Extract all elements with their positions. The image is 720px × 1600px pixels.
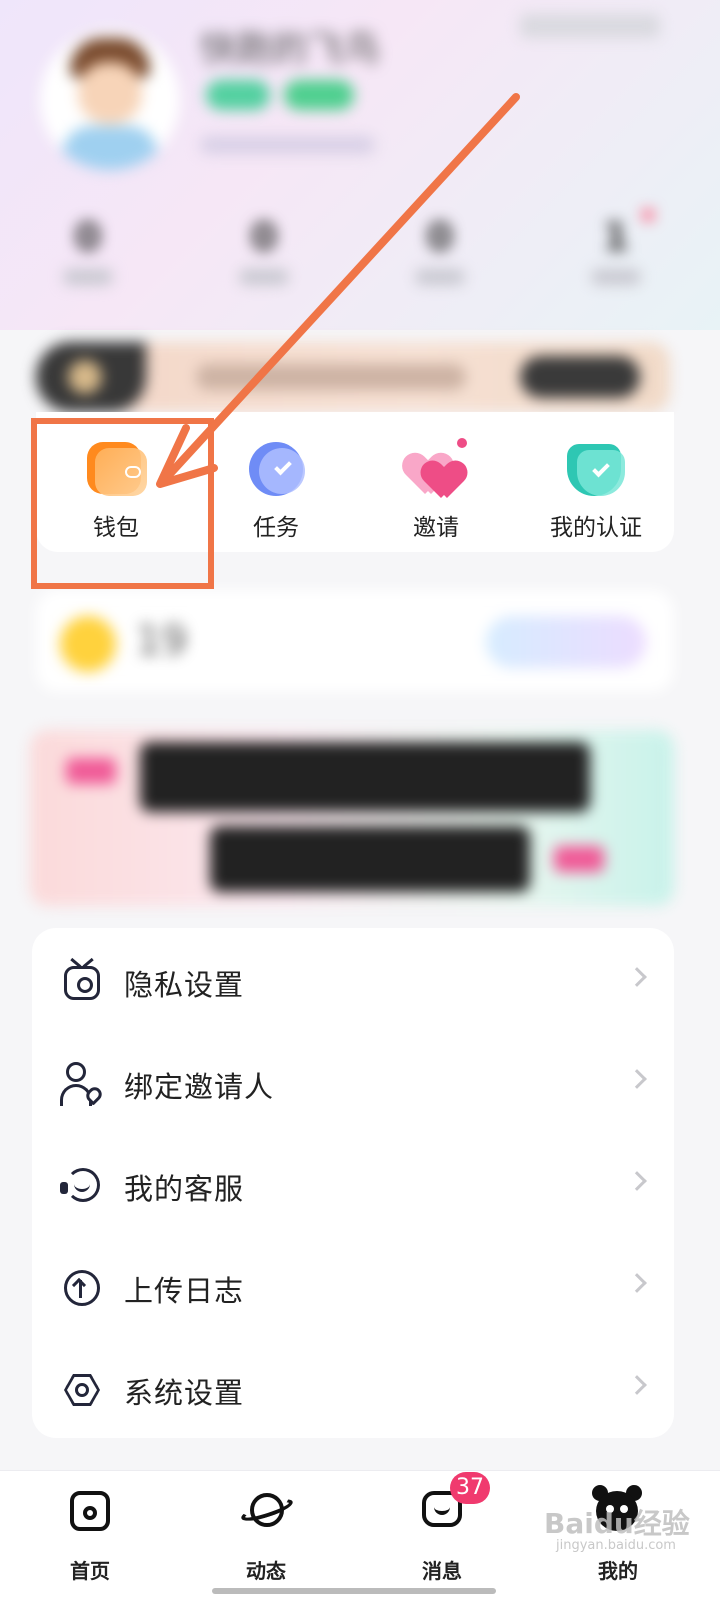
profile-id [200,136,375,154]
quick-action-label: 我的认证 [550,515,642,541]
chevron-right-icon [627,1069,647,1089]
coin-balance-card[interactable]: 19 [36,590,674,692]
tab-label: 消息 [422,1559,462,1583]
vip-tag [284,80,354,110]
settings-icon [60,1368,104,1412]
customer-service-icon [60,1164,104,1208]
menu-item-label: 系统设置 [124,1376,245,1410]
banner-decoration [66,758,116,784]
planet-icon [239,1489,295,1533]
menu-item-label: 隐私设置 [124,968,245,1002]
menu-item-customer-service[interactable]: 我的客服 [32,1134,674,1236]
menu-item-label: 绑定邀请人 [124,1070,275,1104]
banner-headline [140,742,590,812]
menu-item-privacy[interactable]: 隐私设置 [32,930,674,1032]
annotation-highlight-box [31,418,214,589]
menu-item-bind-inviter[interactable]: 绑定邀请人 [32,1032,674,1134]
tab-label: 动态 [246,1559,286,1583]
banner-decoration [554,846,604,872]
chevron-right-icon [627,1273,647,1293]
banner-subheadline [210,826,530,892]
promo-text [196,364,466,390]
settings-menu: 隐私设置 绑定邀请人 我的客服 上传日志 系统设置 [32,928,674,1438]
promo-button[interactable] [520,356,640,398]
task-check-icon [245,440,307,496]
tab-home[interactable]: 首页 [0,1471,180,1600]
coin-balance: 19 [136,618,187,664]
home-indicator[interactable] [212,1588,496,1594]
tab-label: 首页 [70,1559,110,1583]
status-bar-icons [520,14,660,38]
menu-item-upload-log[interactable]: 上传日志 [32,1236,674,1338]
nickname[interactable]: 快跑的飞鸟 [200,20,380,72]
quick-action-task[interactable]: 任务 [196,436,356,546]
menu-item-system-settings[interactable]: 系统设置 [32,1338,674,1440]
watermark-logo: Baidu经验 [544,1507,690,1540]
chevron-right-icon [627,1375,647,1395]
upload-icon [60,1266,104,1310]
vip-promo-banner[interactable] [36,342,670,412]
avatar[interactable] [40,30,180,170]
message-count-badge: 37 [450,1472,490,1504]
privacy-icon [60,960,104,1004]
home-icon [68,1489,112,1533]
chevron-right-icon [627,1171,647,1191]
tab-label: 我的 [598,1559,638,1583]
invite-user-icon [60,1062,105,1106]
tab-moments[interactable]: 动态 [176,1471,356,1600]
menu-item-label: 我的客服 [124,1172,245,1206]
level-tag [206,80,270,110]
quick-action-verification[interactable]: 我的认证 [516,436,676,546]
verified-shield-icon [565,440,627,496]
chevron-right-icon [627,967,647,987]
tab-messages[interactable]: 消息 [352,1471,532,1600]
quick-action-invite[interactable]: 邀请 [356,436,516,546]
quick-action-label: 邀请 [413,515,459,541]
hearts-icon [405,438,467,496]
watermark-url: jingyan.baidu.com [556,1538,676,1553]
quick-action-label: 任务 [253,515,299,541]
announcement-banner[interactable] [30,730,674,906]
coin-icon [60,616,116,672]
crown-icon [68,360,102,394]
menu-item-label: 上传日志 [124,1274,245,1308]
coin-action-button[interactable] [486,616,646,668]
